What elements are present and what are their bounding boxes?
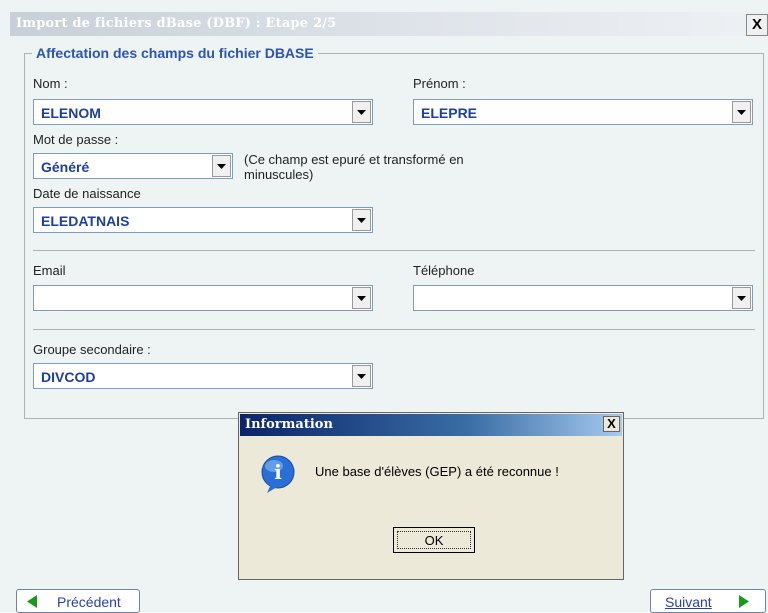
svg-text:i: i <box>274 460 282 484</box>
mot-de-passe-select[interactable]: Généré <box>33 153 233 179</box>
groupe-secondaire-label: Groupe secondaire : <box>33 342 151 357</box>
email-dropdown-button[interactable] <box>352 287 371 309</box>
prenom-value: ELEPRE <box>421 105 478 121</box>
prenom-dropdown-button[interactable] <box>732 101 751 123</box>
chevron-down-icon <box>357 218 366 223</box>
chevron-down-icon <box>357 374 366 379</box>
nom-label: Nom : <box>33 76 68 91</box>
nom-value: ELENOM <box>41 105 101 121</box>
dialog-title: Information <box>245 417 333 432</box>
chevron-down-icon <box>217 164 226 169</box>
mot-de-passe-dropdown-button[interactable] <box>212 155 231 177</box>
separator-1 <box>33 250 755 251</box>
ok-label: OK <box>397 531 471 549</box>
email-select[interactable] <box>33 285 373 311</box>
date-naissance-select[interactable]: ELEDATNAIS <box>33 207 373 233</box>
prenom-select[interactable]: ELEPRE <box>413 99 753 125</box>
previous-button[interactable]: Précédent <box>16 589 140 613</box>
dialog-message: Une base d'élèves (GEP) a été reconnue ! <box>315 464 559 479</box>
chevron-down-icon <box>737 110 746 115</box>
ok-button[interactable]: OK <box>393 527 475 553</box>
email-label: Email <box>33 263 66 278</box>
info-icon: i <box>261 455 295 493</box>
groupe-secondaire-select[interactable]: DIVCOD <box>33 363 373 389</box>
groupe-secondaire-dropdown-button[interactable] <box>352 365 371 387</box>
telephone-dropdown-button[interactable] <box>732 287 751 309</box>
nom-dropdown-button[interactable] <box>352 101 371 123</box>
dialog-titlebar: Information X <box>240 414 622 436</box>
date-naissance-dropdown-button[interactable] <box>352 209 371 231</box>
window-titlebar: Import de fichiers dBase (DBF) : Etape 2… <box>10 12 768 36</box>
arrow-right-icon <box>739 595 749 608</box>
previous-label: Précédent <box>57 594 121 610</box>
nom-select[interactable]: ELENOM <box>33 99 373 125</box>
groupe-secondaire-value: DIVCOD <box>41 369 96 385</box>
date-naissance-label: Date de naissance <box>33 186 141 201</box>
telephone-label: Téléphone <box>413 263 475 278</box>
separator-2 <box>33 329 755 330</box>
chevron-down-icon <box>357 296 366 301</box>
next-label: Suivant <box>665 594 712 610</box>
import-window: Import de fichiers dBase (DBF) : Etape 2… <box>0 0 768 613</box>
mot-de-passe-label: Mot de passe : <box>33 132 119 147</box>
mot-de-passe-note-line2: minuscules) <box>244 167 314 182</box>
chevron-down-icon <box>357 110 366 115</box>
next-button[interactable]: Suivant <box>650 589 766 613</box>
chevron-down-icon <box>737 296 746 301</box>
date-naissance-value: ELEDATNAIS <box>41 213 130 229</box>
field-mapping-legend: Affectation des champs du fichier DBASE <box>32 45 318 61</box>
mot-de-passe-value: Généré <box>41 159 90 175</box>
mot-de-passe-note-line1: (Ce champ est epuré et transformé en <box>244 152 464 167</box>
dialog-close-button[interactable]: X <box>603 416 620 432</box>
arrow-left-icon <box>27 595 37 608</box>
window-title: Import de fichiers dBase (DBF) : Etape 2… <box>16 16 337 31</box>
information-dialog: Information X i Une base d'élèves (GEP) … <box>238 412 624 580</box>
telephone-select[interactable] <box>413 285 753 311</box>
prenom-label: Prénom : <box>413 76 466 91</box>
window-close-button[interactable]: X <box>746 14 768 36</box>
